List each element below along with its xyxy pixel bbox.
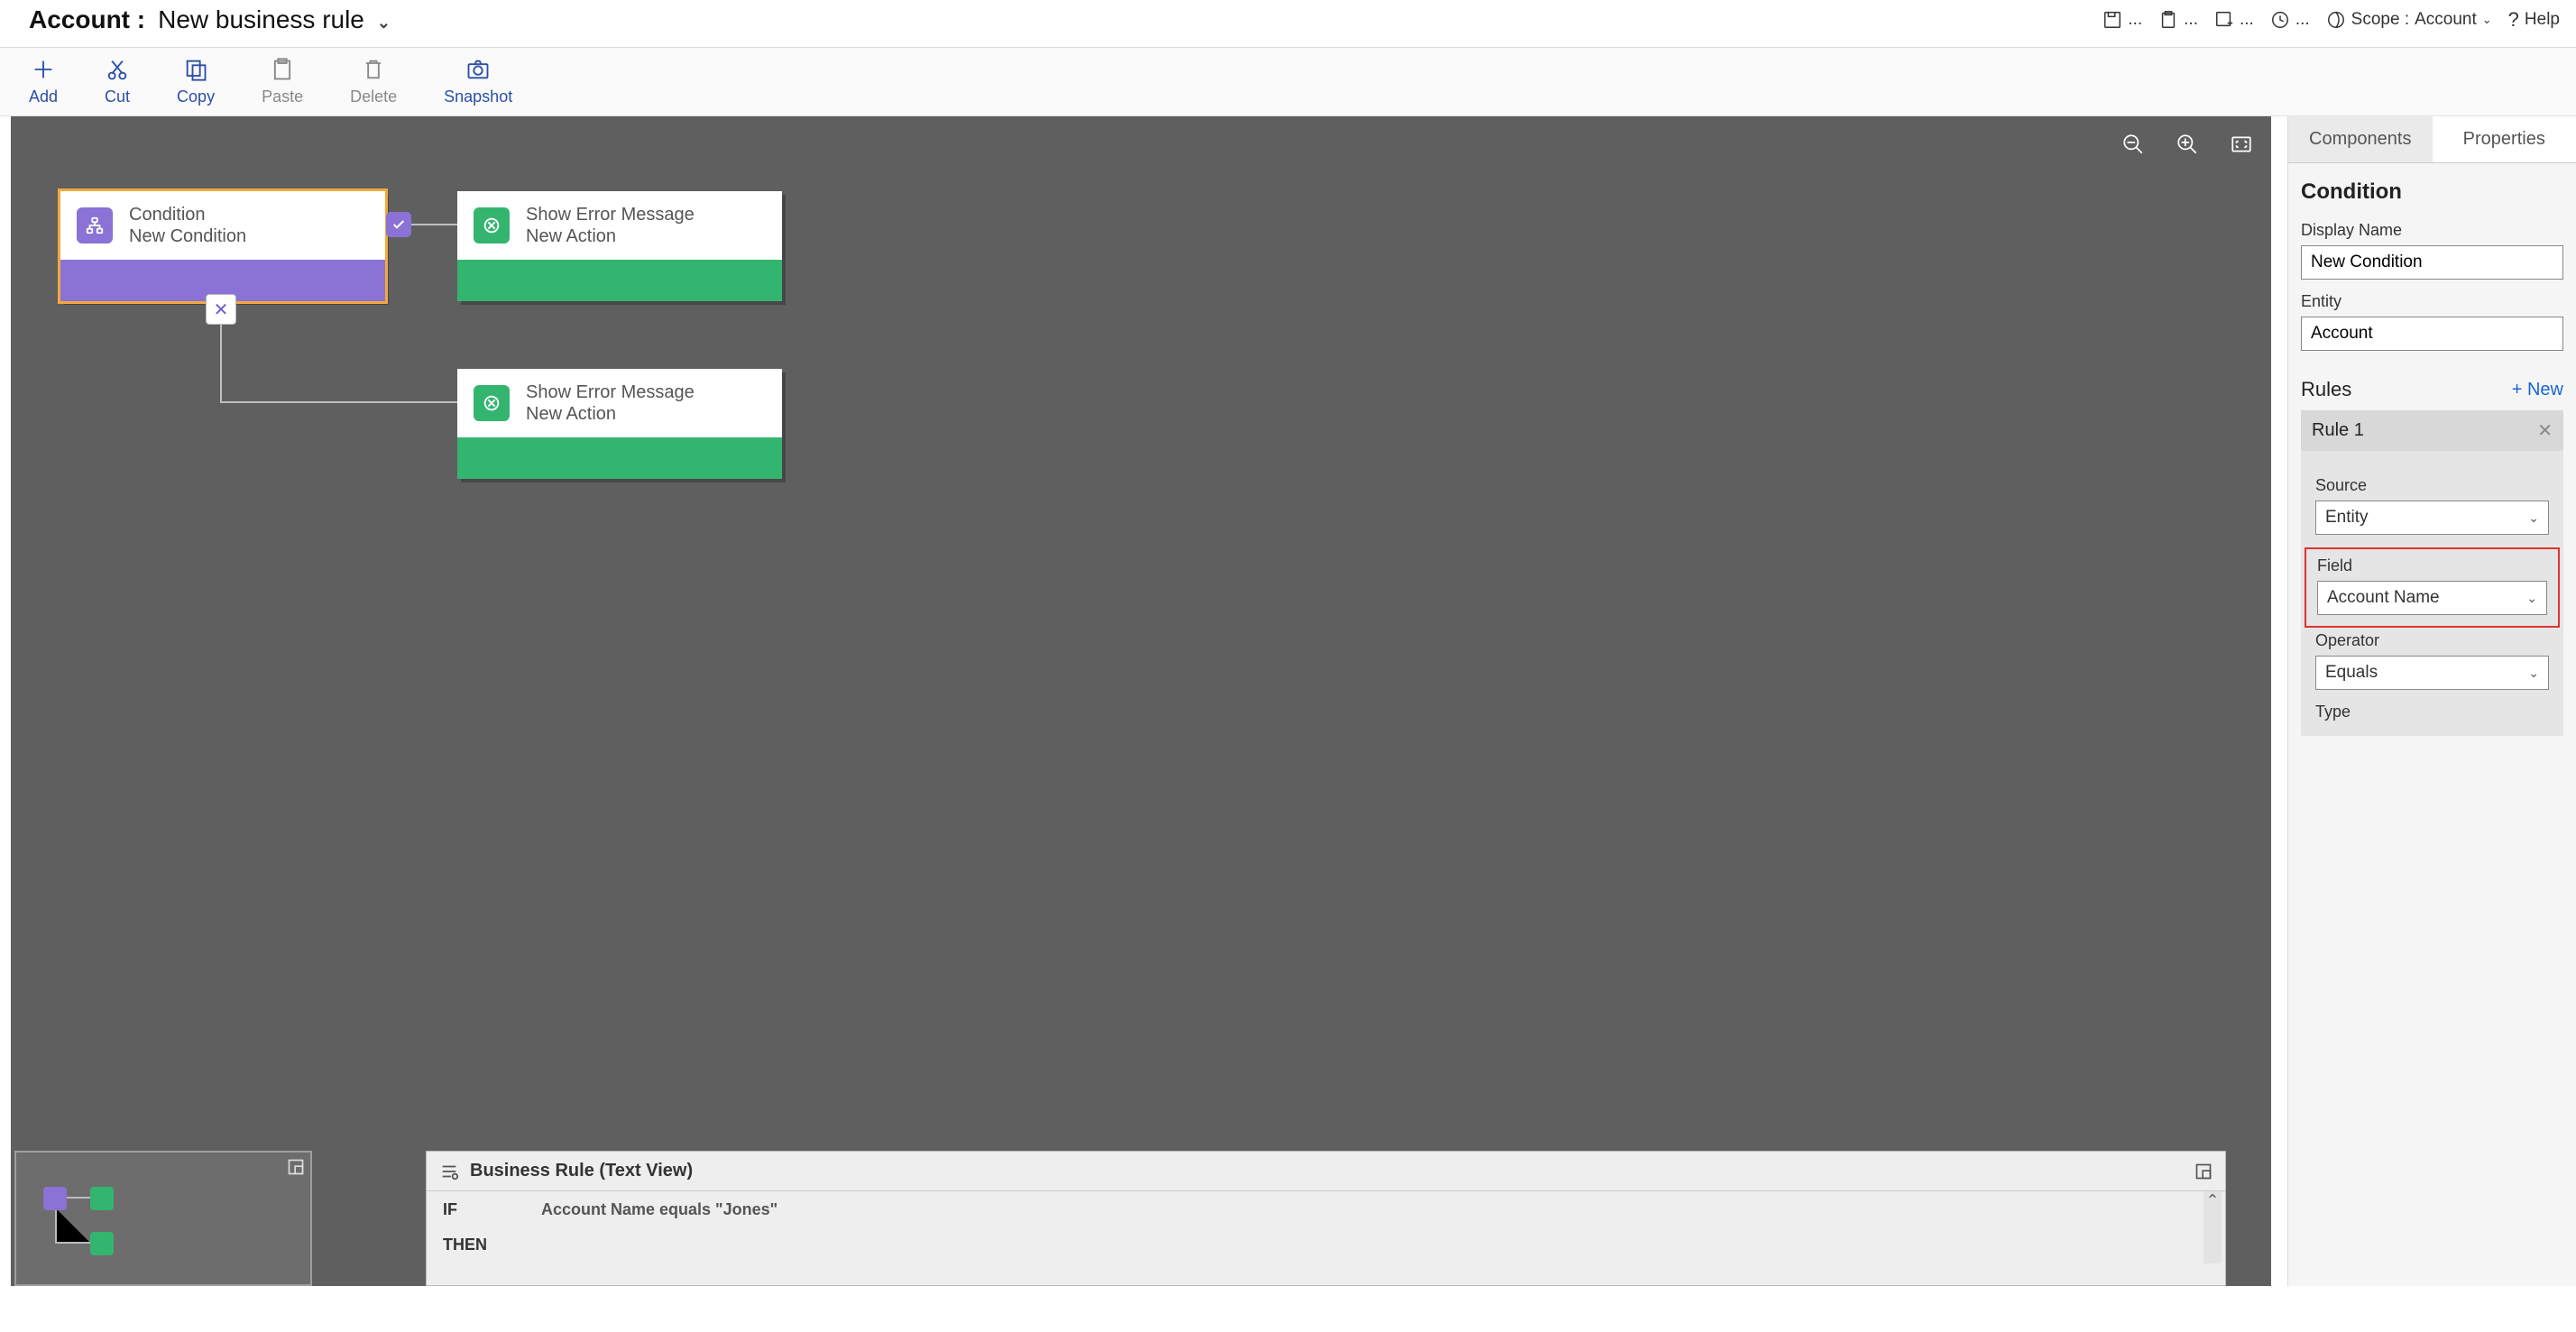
if-expression: Account Name equals "Jones" (541, 1200, 777, 1219)
action-sub: New Action (526, 403, 695, 425)
title-bar: Account : New business rule ⌄ ... ... ..… (0, 0, 2576, 48)
add-button[interactable]: Add (29, 57, 58, 106)
condition-node[interactable]: Condition New Condition (60, 191, 385, 301)
action-sub: New Action (526, 225, 695, 247)
list-settings-icon (439, 1162, 459, 1181)
minimap-act2 (90, 1232, 114, 1255)
connector-lines (11, 116, 823, 585)
rule-1-label: Rule 1 (2312, 420, 2364, 441)
entity-input[interactable] (2301, 317, 2563, 351)
plus-icon (31, 57, 56, 82)
snapshot-button[interactable]: Snapshot (444, 57, 512, 106)
entity-name: Account : (29, 5, 145, 34)
copy-icon (183, 57, 208, 82)
zoom-in-icon[interactable] (2176, 133, 2199, 156)
true-branch-icon[interactable] (386, 212, 411, 237)
false-branch-icon[interactable]: ✕ (206, 294, 236, 325)
zoom-out-icon[interactable] (2121, 133, 2145, 156)
type-label: Type (2315, 703, 2549, 721)
rules-label: Rules (2301, 378, 2351, 401)
save-icon (2102, 10, 2122, 30)
field-label: Field (2317, 556, 2547, 575)
add-rule-button[interactable]: + New (2512, 380, 2563, 400)
close-icon[interactable]: ✕ (2537, 419, 2553, 442)
action-title: Show Error Message (526, 381, 695, 403)
chevron-down-icon: ⌄ (2526, 591, 2537, 606)
minimap-act1 (90, 1187, 114, 1210)
save-plus-icon (2214, 10, 2234, 30)
camera-icon (465, 57, 491, 82)
source-value: Entity (2325, 508, 2369, 528)
validate-button[interactable]: ... (2158, 10, 2198, 30)
title-right: ... ... ... ... Scope : Account ⌄ ? Help (2102, 8, 2560, 32)
trash-icon (361, 57, 386, 82)
operator-label: Operator (2315, 631, 2549, 650)
fit-screen-icon[interactable] (2230, 133, 2253, 156)
scope-label: Scope : (2351, 10, 2409, 30)
activate-button[interactable]: ... (2270, 10, 2310, 30)
rule-name: New business rule (158, 5, 364, 34)
minimap-lines (16, 1153, 314, 1286)
minimap[interactable] (14, 1151, 312, 1286)
text-view-scrollbar[interactable]: ⌃ (2203, 1191, 2222, 1263)
dock-icon[interactable] (2194, 1162, 2213, 1180)
scissors-icon (105, 57, 130, 82)
paste-icon (270, 57, 295, 82)
help-button[interactable]: ? Help (2508, 8, 2560, 32)
paste-button[interactable]: Paste (262, 57, 303, 106)
action-node-1[interactable]: Show Error Message New Action (457, 191, 782, 301)
error-icon (474, 385, 510, 421)
operator-value: Equals (2325, 663, 2378, 683)
field-value: Account Name (2327, 588, 2440, 608)
title-left[interactable]: Account : New business rule ⌄ (29, 5, 391, 34)
action-title: Show Error Message (526, 204, 695, 225)
cut-button[interactable]: Cut (105, 57, 130, 106)
main: Condition New Condition ✕ Show Error Mes… (0, 116, 2576, 1286)
minimap-cond (43, 1187, 67, 1210)
scope-button[interactable]: Scope : Account ⌄ (2326, 10, 2492, 30)
save-button[interactable]: ... (2102, 10, 2142, 30)
condition-sub: New Condition (129, 225, 246, 247)
text-view-title: Business Rule (Text View) (470, 1161, 693, 1181)
designer-canvas[interactable]: Condition New Condition ✕ Show Error Mes… (11, 116, 2271, 1286)
properties-section-title: Condition (2301, 179, 2563, 205)
scope-value: Account (2415, 10, 2477, 30)
source-label: Source (2315, 476, 2549, 495)
tab-properties[interactable]: Properties (2433, 116, 2576, 162)
circle-icon (2270, 10, 2290, 30)
source-select[interactable]: Entity ⌄ (2315, 501, 2549, 535)
canvas-controls (2121, 133, 2253, 156)
display-name-input[interactable] (2301, 245, 2563, 280)
chevron-down-icon: ⌄ (2528, 666, 2539, 681)
then-keyword: THEN (443, 1236, 487, 1254)
flow-icon (77, 207, 113, 243)
toolbar: Add Cut Copy Paste Delete Snapshot (0, 48, 2576, 116)
error-icon (474, 207, 510, 243)
text-view-body: IF THEN Account Name equals "Jones" ⌃ (427, 1191, 2225, 1263)
properties-panel: Components Properties Condition Display … (2287, 116, 2576, 1286)
clipboard-icon (2158, 10, 2178, 30)
help-label: Help (2525, 10, 2560, 30)
delete-button[interactable]: Delete (350, 57, 397, 106)
copy-button[interactable]: Copy (177, 57, 215, 106)
text-view: Business Rule (Text View) IF THEN Accoun… (426, 1151, 2226, 1286)
chevron-down-icon: ⌄ (2528, 510, 2539, 526)
if-keyword: IF (443, 1200, 487, 1219)
chevron-down-icon[interactable]: ⌄ (377, 14, 391, 32)
condition-title: Condition (129, 204, 246, 225)
tab-components[interactable]: Components (2288, 116, 2433, 162)
action-node-2[interactable]: Show Error Message New Action (457, 369, 782, 479)
scope-icon (2326, 10, 2346, 30)
operator-select[interactable]: Equals ⌄ (2315, 656, 2549, 690)
chevron-down-icon: ⌄ (2482, 13, 2492, 27)
chevron-up-icon[interactable]: ⌃ (2203, 1191, 2222, 1209)
rule-1-header[interactable]: Rule 1 ✕ (2301, 410, 2563, 451)
field-select[interactable]: Account Name ⌄ (2317, 581, 2547, 615)
display-name-label: Display Name (2301, 221, 2563, 240)
saveas-button[interactable]: ... (2214, 10, 2254, 30)
entity-label: Entity (2301, 292, 2563, 311)
question-icon: ? (2508, 8, 2519, 32)
